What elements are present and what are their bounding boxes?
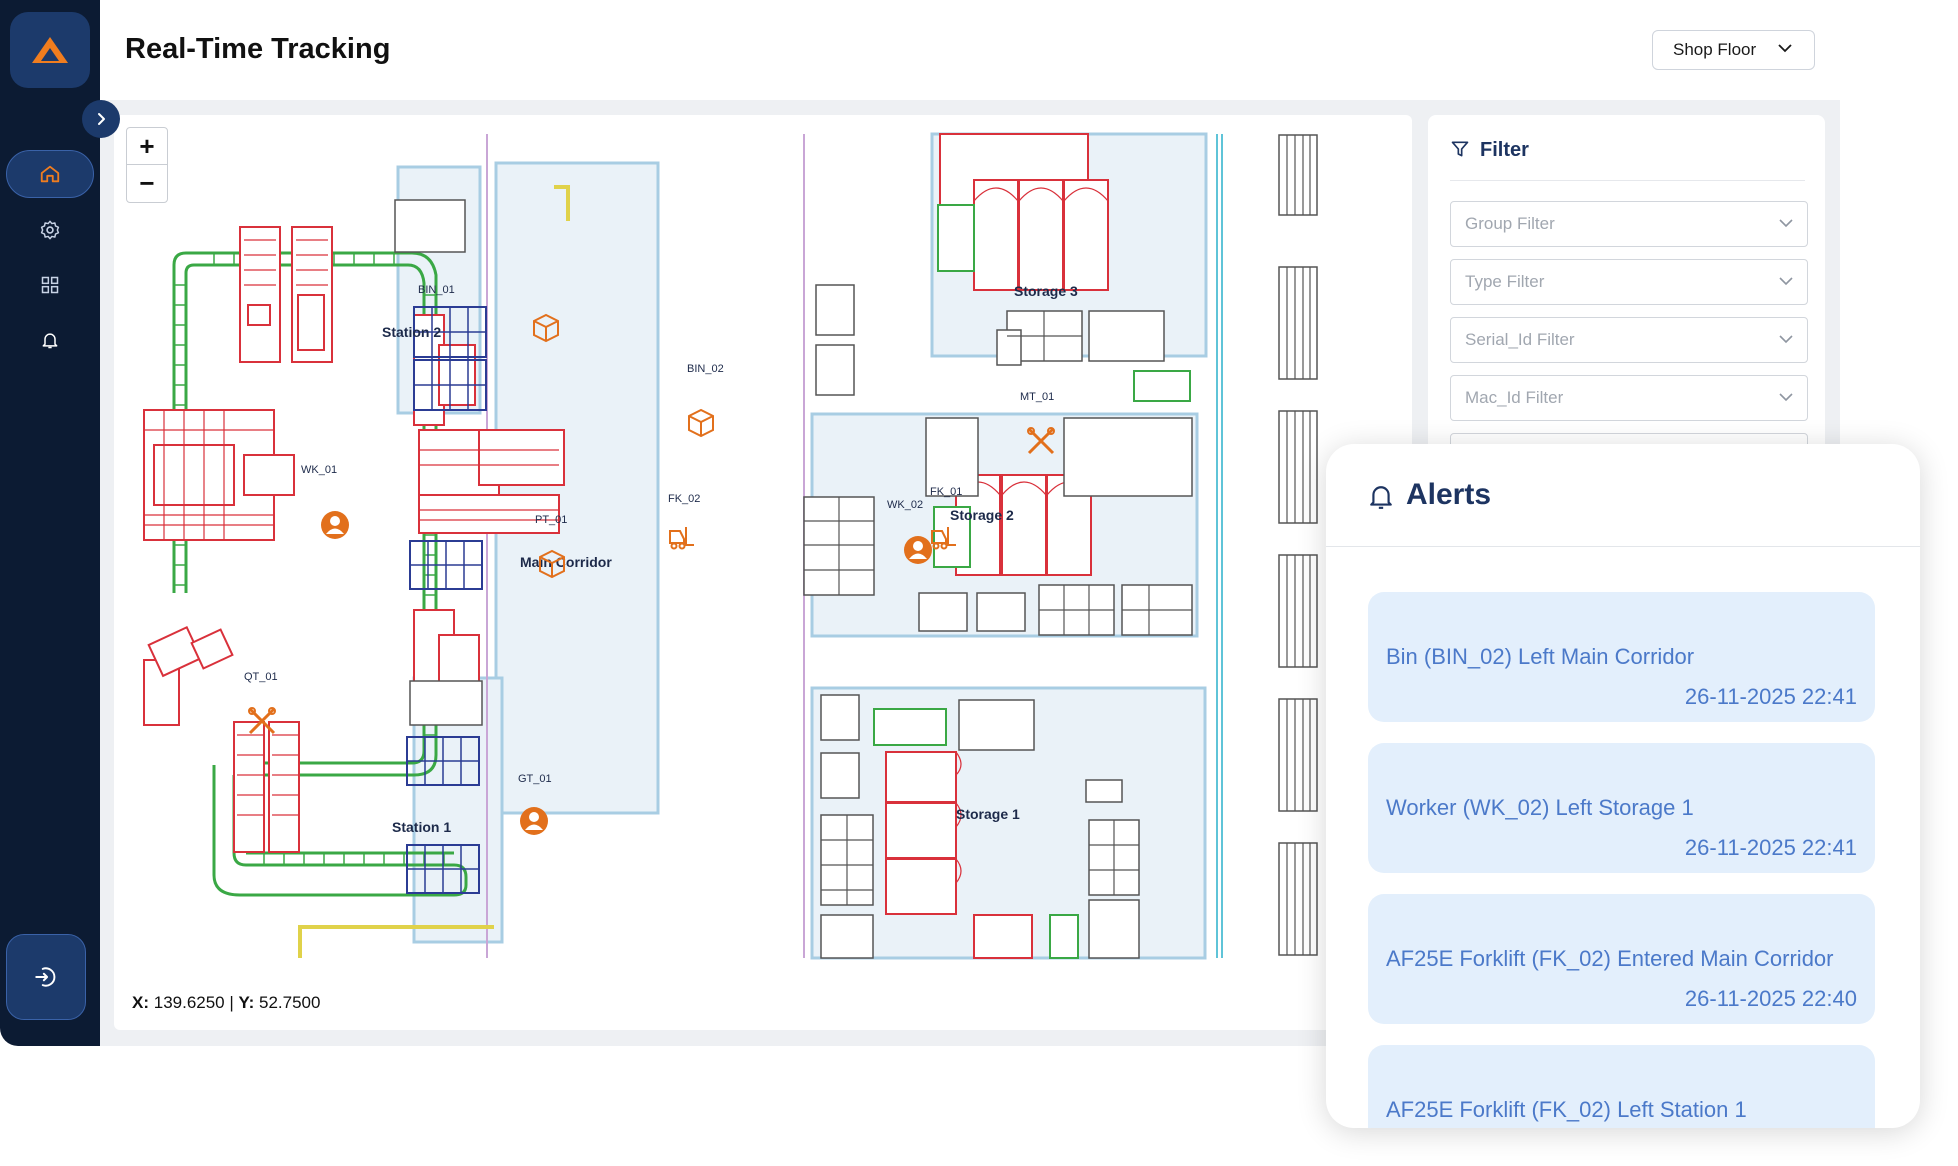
worker-icon (520, 807, 548, 835)
asset-label-pt01: PT_01 (535, 514, 567, 526)
location-select-value: Shop Floor (1673, 40, 1757, 59)
coord-y-value: 52.7500 (259, 993, 321, 1012)
chevron-down-icon (1778, 44, 1792, 53)
asset-label-wk01: WK_01 (301, 464, 337, 476)
label-station-1: Station 1 (392, 819, 451, 835)
zoom-in-button[interactable]: + (127, 128, 167, 165)
mac-id-filter-select[interactable]: Mac_Id Filter (1450, 375, 1808, 421)
page-title: Real-Time Tracking (125, 33, 391, 65)
sidebar-item-home[interactable] (6, 150, 94, 198)
asset-label-fk02: FK_02 (668, 493, 700, 505)
bell-icon (1370, 486, 1392, 509)
label-storage-3: Storage 3 (1014, 283, 1078, 299)
worker-icon (321, 511, 349, 539)
asset-label-mt01: MT_01 (1020, 391, 1054, 403)
grid-icon (41, 276, 59, 294)
zoom-out-button[interactable]: − (127, 165, 167, 202)
asset-label-bin01: BIN_01 (418, 284, 455, 296)
asset-label-fk01: FK_01 (930, 486, 962, 498)
sidebar-item-settings[interactable] (6, 206, 94, 254)
coord-y-label: Y: (238, 993, 255, 1012)
forklift-icon (669, 527, 694, 550)
asset-label-bin02: BIN_02 (687, 363, 724, 375)
type-filter-placeholder: Type Filter (1465, 272, 1545, 291)
zone-main-corridor (494, 161, 660, 815)
logout-icon (35, 967, 56, 987)
alerts-panel: Alerts Bin (BIN_02) Left Main Corridor 2… (1326, 444, 1920, 1128)
type-filter-select[interactable]: Type Filter (1450, 259, 1808, 305)
zoom-control: + − (126, 127, 168, 203)
alerts-title: Alerts (1406, 478, 1492, 511)
alert-message: Worker (WK_02) Left Storage 1 (1386, 795, 1694, 820)
alert-message: AF25E Forklift (FK_02) Entered Main Corr… (1386, 946, 1834, 971)
serial-id-filter-select[interactable]: Serial_Id Filter (1450, 317, 1808, 363)
app-logo[interactable] (10, 12, 90, 88)
worker-icon (904, 536, 932, 564)
alert-message: Bin (BIN_02) Left Main Corridor (1386, 644, 1695, 669)
label-main-corridor: Main Corridor (520, 554, 612, 570)
label-storage-2: Storage 2 (950, 507, 1014, 523)
asset-label-gt01: GT_01 (518, 773, 552, 785)
floor-map[interactable]: + − Station 2 Station 1 Main Corridor St… (114, 115, 1412, 1030)
asset-label-wk02: WK_02 (887, 499, 923, 511)
sidebar-item-dashboard[interactable] (6, 261, 94, 309)
alert-message: AF25E Forklift (FK_02) Left Station 1 (1386, 1097, 1747, 1122)
label-storage-1: Storage 1 (956, 806, 1020, 822)
home-icon (40, 165, 60, 183)
floor-plan-canvas[interactable]: Station 2 Station 1 Main Corridor Storag… (114, 115, 1412, 1030)
chevron-down-icon (1779, 335, 1793, 344)
coord-x-value: 139.6250 (153, 993, 225, 1012)
sidebar (0, 0, 100, 1046)
cursor-coordinates: X: 139.6250 | Y: 52.7500 (132, 993, 320, 1013)
chevron-down-icon (1779, 277, 1793, 286)
coord-x-label: X: (132, 993, 149, 1012)
asset-label-qt01: QT_01 (244, 671, 278, 683)
alert-time: 26-11-2025 22:41 (1684, 684, 1857, 709)
filter-divider (1450, 180, 1805, 181)
alerts-divider (1326, 546, 1920, 547)
serial-id-filter-placeholder: Serial_Id Filter (1465, 330, 1575, 349)
bell-icon (42, 333, 58, 349)
logout-button[interactable] (6, 934, 86, 1020)
location-select[interactable]: Shop Floor (1652, 30, 1815, 70)
filter-icon (1451, 141, 1469, 157)
bin-icon (688, 408, 714, 438)
chevron-down-icon (1779, 219, 1793, 228)
logo-icon (32, 37, 68, 63)
filter-title: Filter (1480, 139, 1529, 161)
gear-icon (40, 220, 60, 240)
mac-id-filter-placeholder: Mac_Id Filter (1465, 388, 1564, 407)
alert-item[interactable]: AF25E Forklift (FK_02) Left Station 1 (1368, 1045, 1875, 1128)
chevron-right-icon (98, 113, 105, 125)
sidebar-item-alerts[interactable] (6, 316, 94, 364)
label-station-2: Station 2 (382, 324, 441, 340)
alert-item[interactable]: AF25E Forklift (FK_02) Entered Main Corr… (1368, 894, 1875, 1024)
alert-item[interactable]: Bin (BIN_02) Left Main Corridor 26-11-20… (1368, 592, 1875, 722)
coord-separator: | (229, 993, 234, 1012)
alert-time: 26-11-2025 22:40 (1684, 986, 1857, 1011)
alert-time: 26-11-2025 22:41 (1684, 835, 1857, 860)
alert-item[interactable]: Worker (WK_02) Left Storage 1 26-11-2025… (1368, 743, 1875, 873)
chevron-down-icon (1779, 393, 1793, 402)
filter-panel: Filter Group Filter Type Filter Serial_I… (1428, 115, 1825, 479)
sidebar-toggle-button[interactable] (82, 100, 120, 138)
group-filter-placeholder: Group Filter (1465, 214, 1555, 233)
group-filter-select[interactable]: Group Filter (1450, 201, 1808, 247)
